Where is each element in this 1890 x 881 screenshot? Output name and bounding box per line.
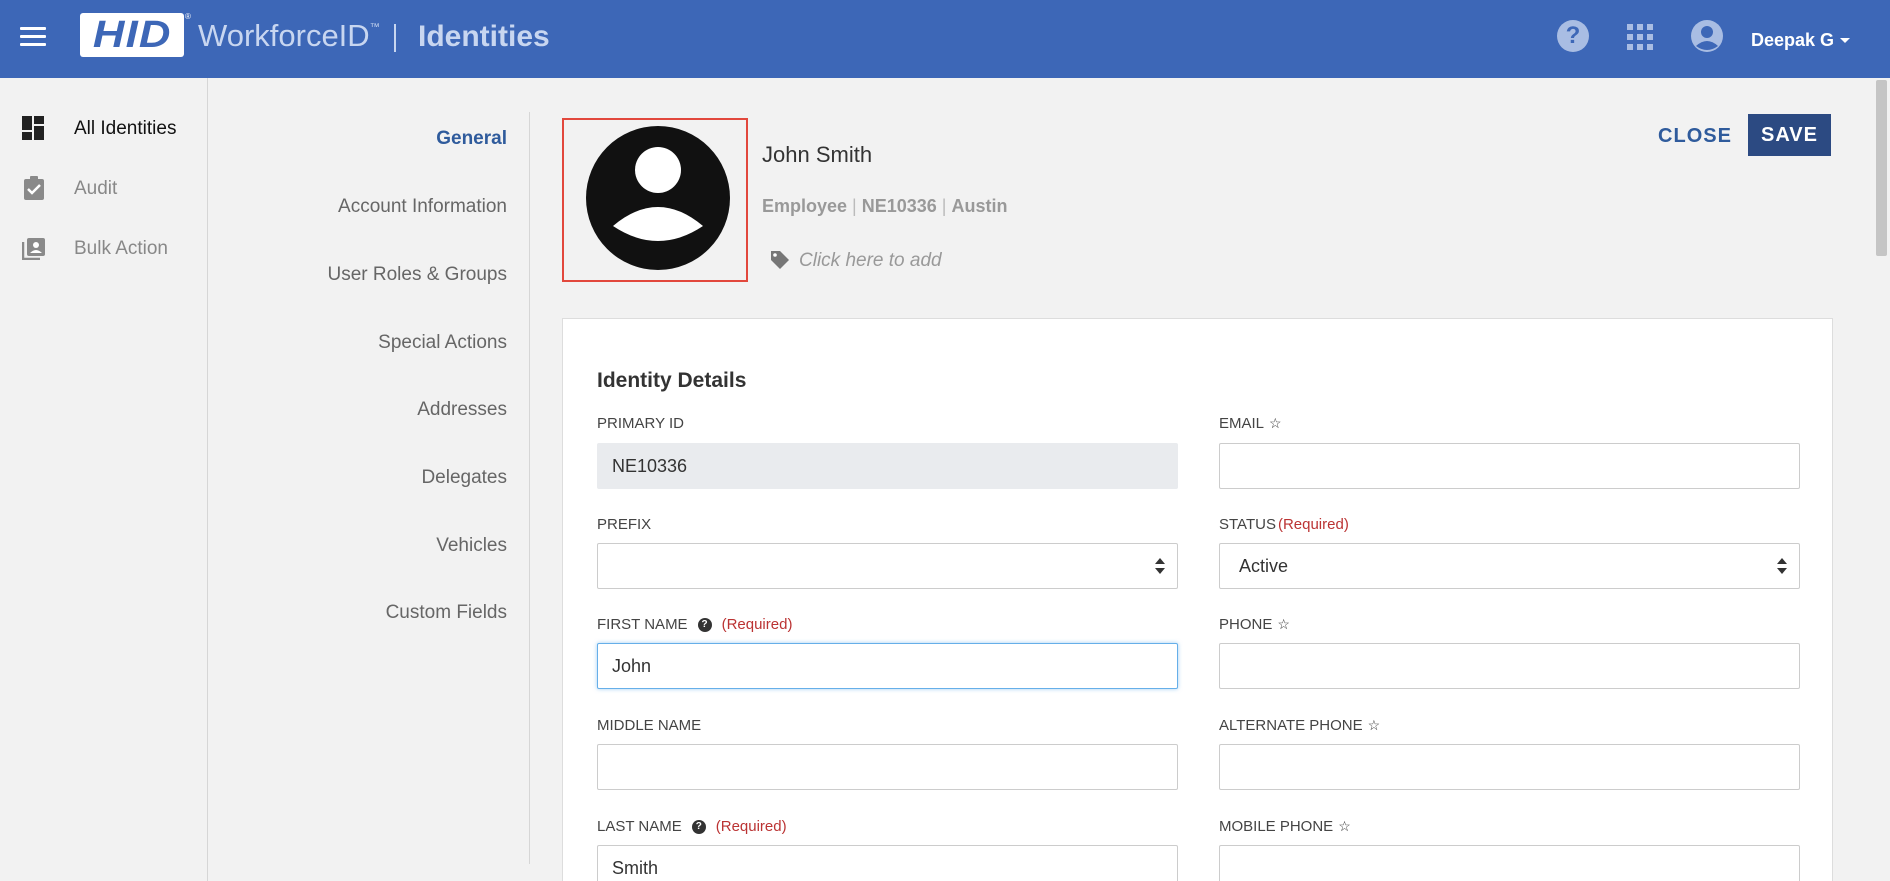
menu-icon[interactable] — [20, 27, 46, 47]
identity-type: Employee — [762, 196, 848, 216]
user-menu[interactable]: Deepak G — [1751, 30, 1834, 51]
page-scrollbar[interactable] — [1873, 78, 1890, 881]
top-app-bar: HID ® WorkforceID™ Identities ? Deepak G — [0, 0, 1890, 78]
meta-separator: | — [941, 196, 947, 216]
identity-id: NE10336 — [861, 196, 937, 216]
section-link-vehicles[interactable]: Vehicles — [436, 535, 507, 557]
dashboard-icon — [22, 116, 44, 140]
identity-name: John Smith — [762, 142, 873, 167]
scrollbar-thumb[interactable] — [1876, 80, 1887, 256]
sidebar-item-all-identities[interactable]: All Identities — [0, 106, 208, 150]
sort-arrows-icon — [1777, 558, 1787, 576]
registered-mark: ® — [185, 12, 191, 21]
section-link-account-information[interactable]: Account Information — [338, 196, 507, 218]
sidebar-item-label: All Identities — [74, 118, 177, 139]
email-label: EMAIL ☆ — [1219, 415, 1282, 432]
alternate-phone-label: ALTERNATE PHONE ☆ — [1219, 717, 1381, 734]
apps-grid-icon[interactable] — [1627, 24, 1653, 50]
identity-location: Austin — [951, 196, 1008, 216]
sidebar: All Identities Audit Bulk Action — [0, 78, 208, 881]
mobile-phone-field[interactable] — [1219, 845, 1800, 881]
app-name: WorkforceID™ — [198, 18, 380, 53]
page-title: Identities — [418, 20, 550, 53]
contacts-icon — [22, 238, 45, 260]
sidebar-item-label: Audit — [74, 178, 118, 199]
section-link-custom-fields[interactable]: Custom Fields — [386, 602, 507, 624]
section-nav: General Account Information User Roles &… — [260, 112, 530, 864]
card-title: Identity Details — [597, 369, 747, 392]
alternate-phone-field[interactable] — [1219, 744, 1800, 790]
help-icon[interactable]: ? — [1557, 20, 1589, 52]
help-icon[interactable]: ? — [691, 819, 706, 834]
status-label: STATUS (Required) — [1219, 516, 1349, 533]
sort-arrows-icon — [1155, 558, 1165, 576]
email-field[interactable] — [1219, 443, 1800, 489]
status-value: Active — [1239, 556, 1289, 576]
star-icon[interactable]: ☆ — [1277, 616, 1290, 633]
avatar — [586, 126, 730, 270]
middle-name-label: MIDDLE NAME — [597, 717, 702, 734]
help-icon[interactable]: ? — [697, 617, 712, 632]
identity-details-card: Identity Details PRIMARY ID EMAIL☆ PREFI… — [562, 318, 1833, 881]
last-name-field[interactable] — [597, 845, 1178, 881]
section-link-user-roles-groups[interactable]: User Roles & Groups — [327, 264, 507, 286]
star-icon[interactable]: ☆ — [1368, 717, 1381, 734]
avatar-upload[interactable] — [562, 118, 748, 282]
tag-icon — [771, 251, 789, 269]
primary-id-field[interactable] — [597, 443, 1178, 489]
phone-field[interactable] — [1219, 643, 1800, 689]
sidebar-item-bulk-action[interactable]: Bulk Action — [0, 226, 208, 270]
prefix-label: PREFIX — [597, 516, 652, 533]
section-link-special-actions[interactable]: Special Actions — [378, 332, 507, 354]
account-circle-icon[interactable] — [1691, 20, 1723, 52]
status-select[interactable]: Active — [1219, 543, 1800, 589]
last-name-label: LAST NAME? (Required) — [597, 818, 787, 835]
section-link-addresses[interactable]: Addresses — [417, 399, 507, 421]
add-tag-link[interactable]: Click here to add — [799, 250, 942, 272]
save-button[interactable]: SAVE — [1748, 114, 1831, 156]
sidebar-item-audit[interactable]: Audit — [0, 166, 208, 210]
hid-logo[interactable]: HID — [80, 13, 184, 57]
first-name-label: FIRST NAME? (Required) — [597, 616, 793, 633]
section-link-delegates[interactable]: Delegates — [421, 467, 507, 489]
chevron-down-icon[interactable] — [1840, 38, 1850, 43]
sidebar-item-label: Bulk Action — [74, 238, 168, 259]
star-icon[interactable]: ☆ — [1338, 818, 1351, 835]
prefix-select[interactable] — [597, 543, 1178, 589]
phone-label: PHONE ☆ — [1219, 616, 1290, 633]
identity-meta: Employee | NE10336 | Austin — [762, 196, 1007, 217]
section-link-general[interactable]: General — [436, 128, 507, 150]
title-divider — [394, 24, 396, 52]
clipboard-check-icon — [24, 176, 44, 200]
primary-id-label: PRIMARY ID — [597, 415, 684, 432]
middle-name-field[interactable] — [597, 744, 1178, 790]
star-icon[interactable]: ☆ — [1269, 415, 1282, 432]
first-name-field[interactable] — [597, 643, 1178, 689]
meta-separator: | — [852, 196, 857, 216]
close-button[interactable]: CLOSE — [1650, 116, 1740, 156]
mobile-phone-label: MOBILE PHONE ☆ — [1219, 818, 1351, 835]
